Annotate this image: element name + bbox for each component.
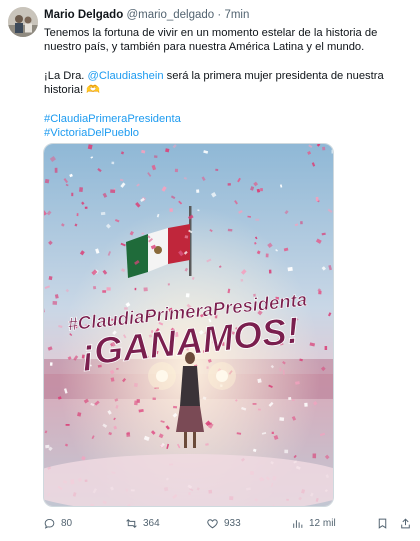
confetti-piece (76, 213, 79, 217)
confetti-piece (44, 178, 50, 184)
confetti-piece (174, 168, 178, 173)
confetti-piece (169, 208, 173, 212)
confetti-piece (110, 189, 116, 194)
retweet-icon (126, 518, 137, 528)
confetti-piece (322, 146, 326, 151)
tweet-text: Tenemos la fortuna de vivir en un moment… (44, 26, 414, 140)
confetti-piece (106, 287, 111, 291)
views-count: 12 mil (309, 517, 336, 529)
share-button[interactable] (399, 514, 412, 532)
confetti-piece (312, 453, 317, 459)
timestamp[interactable]: 7min (224, 9, 249, 21)
confetti-piece (227, 228, 233, 232)
action-bar: 80 364 933 12 mil (43, 514, 415, 532)
tweet: Mario Delgado @mario_delgado · 7min Tene… (0, 0, 420, 541)
like-button[interactable]: 933 (206, 514, 241, 532)
confetti-piece (215, 168, 219, 171)
confetti-piece (184, 235, 189, 239)
confetti-piece (331, 149, 333, 154)
confetti-piece (282, 369, 285, 375)
confetti-piece (167, 283, 170, 286)
hashtag-link-1[interactable]: #ClaudiaPrimeraPresidenta (44, 113, 181, 125)
bookmark-button[interactable] (376, 514, 389, 532)
tweet-header: Mario Delgado @mario_delgado · 7min (44, 8, 412, 22)
confetti-piece (255, 218, 260, 221)
views-icon (293, 519, 303, 528)
confetti-piece (54, 167, 58, 173)
confetti-piece (304, 402, 308, 407)
confetti-piece (279, 417, 285, 422)
retweet-button[interactable]: 364 (125, 514, 160, 532)
avatar[interactable] (8, 7, 38, 37)
like-count: 933 (224, 517, 241, 529)
share-icon (401, 517, 410, 528)
confetti-piece (65, 424, 70, 426)
reply-icon (44, 518, 55, 529)
confetti-piece (48, 275, 53, 281)
confetti-piece (133, 382, 138, 388)
confetti-piece (260, 188, 263, 192)
confetti-piece (196, 189, 200, 193)
confetti-piece (185, 293, 190, 298)
author-name[interactable]: Mario Delgado (44, 9, 123, 21)
views-button[interactable]: 12 mil (291, 514, 336, 532)
confetti-piece (71, 192, 74, 197)
tweet-line-1: Tenemos la fortuna de vivir en un moment… (44, 27, 378, 54)
confetti-piece (227, 183, 231, 186)
confetti-piece (92, 285, 97, 290)
confetti-piece (84, 206, 88, 209)
confetti-piece (126, 432, 131, 437)
confetti-piece (287, 266, 293, 272)
confetti-piece (102, 290, 107, 293)
confetti-piece (153, 155, 158, 158)
confetti-piece (134, 287, 137, 291)
confetti-piece (300, 221, 303, 225)
confetti-piece (265, 253, 269, 258)
confetti-piece (52, 301, 58, 305)
retweet-count: 364 (143, 517, 160, 529)
confetti-piece (292, 399, 295, 402)
mention-link[interactable]: @Claudiashein (88, 70, 164, 82)
confetti-piece (279, 367, 282, 372)
confetti-piece (268, 269, 272, 274)
bookmark-icon (378, 518, 387, 529)
tweet-line-2: ¡La Dra. @Claudiashein será la primera m… (44, 69, 414, 98)
heart-icon (207, 518, 218, 528)
confetti-piece (45, 444, 50, 449)
confetti-piece (271, 431, 274, 434)
confetti-piece (79, 187, 83, 192)
confetti-piece (134, 400, 138, 406)
confetti-piece (141, 232, 145, 235)
confetti-piece (100, 211, 106, 216)
confetti-piece (257, 378, 262, 383)
tweet-image[interactable]: #ClaudiaPrimeraPresidenta ¡GANAMOS! (43, 143, 334, 507)
confetti-piece (257, 408, 261, 411)
confetti-piece (152, 397, 156, 401)
hashtag-link-2[interactable]: #VictoriaDelPueblo (44, 127, 139, 139)
line2-prefix: ¡La Dra. (44, 69, 88, 82)
confetti-piece (315, 196, 319, 202)
confetti-piece (49, 362, 53, 366)
confetti-piece (324, 346, 328, 350)
reply-button[interactable]: 80 (43, 514, 72, 532)
reply-count: 80 (61, 517, 73, 529)
confetti-piece (240, 279, 244, 282)
confetti-piece (173, 405, 178, 409)
confetti-piece (206, 366, 209, 369)
confetti-piece (252, 403, 257, 405)
confetti-piece (111, 161, 115, 165)
confetti-piece (284, 449, 289, 454)
author-handle[interactable]: @mario_delgado (126, 9, 214, 21)
confetti-piece (288, 397, 292, 401)
separator: · (217, 9, 222, 21)
confetti-piece (143, 287, 148, 292)
